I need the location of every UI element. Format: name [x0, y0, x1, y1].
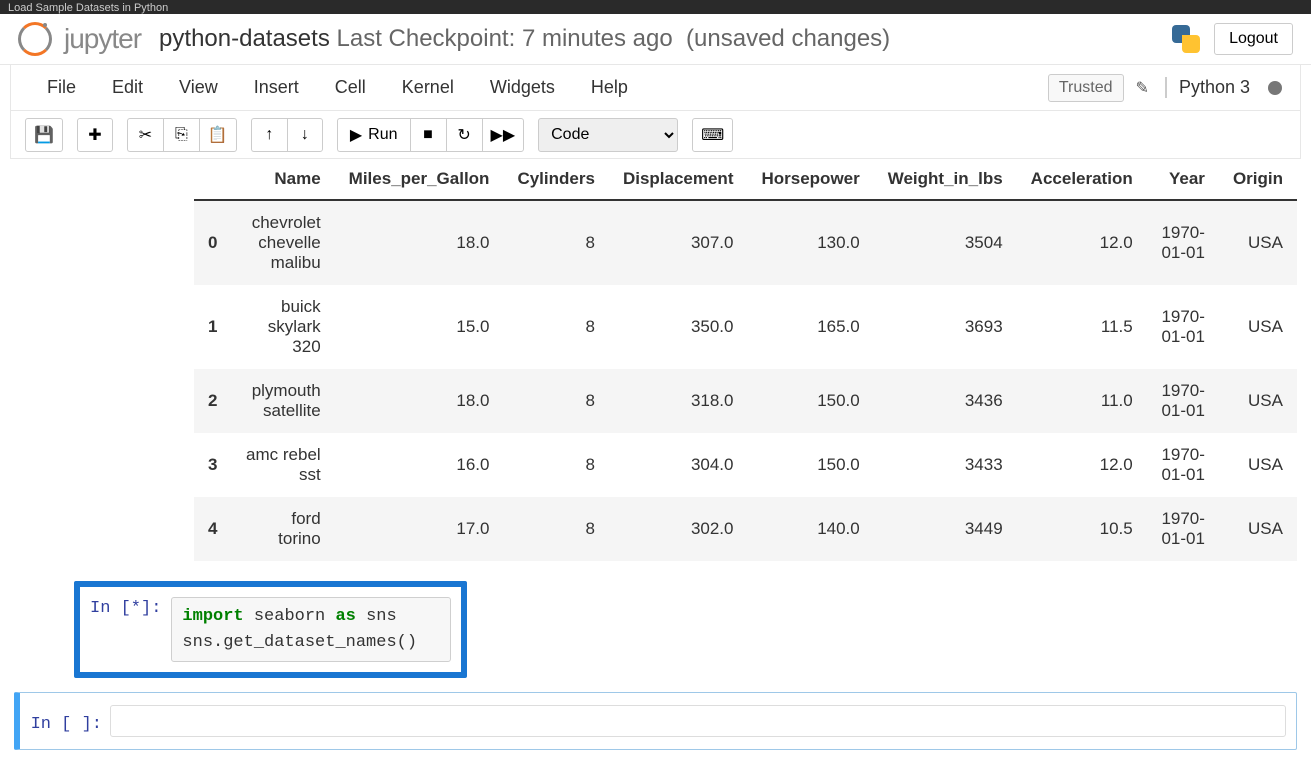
menu-cell[interactable]: Cell	[317, 67, 384, 108]
arrow-up-icon: ↑	[265, 126, 273, 144]
interrupt-button[interactable]: ■	[410, 118, 446, 152]
cell-prompt: In [ ]:	[20, 705, 110, 737]
jupyter-logo-text: jupyter	[64, 23, 141, 55]
col-Weight_in_lbs: Weight_in_lbs	[874, 159, 1017, 200]
stop-icon: ■	[423, 126, 433, 144]
menu-edit[interactable]: Edit	[94, 67, 161, 108]
logout-button[interactable]: Logout	[1214, 23, 1293, 55]
code-cell-selected[interactable]: In [ ]:	[14, 692, 1297, 750]
cut-button[interactable]: ✂	[127, 118, 163, 152]
paste-icon: 📋	[208, 125, 228, 145]
copy-button[interactable]: ⎘	[163, 118, 199, 152]
menu-kernel[interactable]: Kernel	[384, 67, 472, 108]
menu-file[interactable]: File	[29, 67, 94, 108]
table-row: 0chevrolet chevelle malibu18.08307.0130.…	[194, 200, 1297, 285]
edit-icon[interactable]: ✎	[1136, 78, 1149, 98]
col-Name: Name	[231, 159, 334, 200]
col-Displacement: Displacement	[609, 159, 748, 200]
save-button[interactable]: 💾	[25, 118, 63, 152]
code-input[interactable]	[110, 705, 1286, 737]
col-Horsepower: Horsepower	[747, 159, 873, 200]
move-up-button[interactable]: ↑	[251, 118, 287, 152]
move-down-button[interactable]: ↓	[287, 118, 323, 152]
col-Acceleration: Acceleration	[1017, 159, 1147, 200]
table-row: 2plymouth satellite18.08318.0150.0343611…	[194, 369, 1297, 433]
col-Year: Year	[1147, 159, 1219, 200]
trusted-badge[interactable]: Trusted	[1048, 74, 1124, 102]
insert-cell-button[interactable]: ✚	[77, 118, 113, 152]
toolbar: 💾 ✚ ✂ ⎘ 📋 ↑ ↓ ▶Run ■ ↻ ▶▶ Code ⌨	[10, 111, 1301, 159]
keyboard-icon: ⌨	[701, 125, 724, 145]
kernel-busy-indicator	[1268, 81, 1282, 95]
command-palette-button[interactable]: ⌨	[692, 118, 733, 152]
save-icon: 💾	[34, 125, 54, 145]
dataframe-output: NameMiles_per_GallonCylindersDisplacemen…	[194, 159, 1297, 561]
notebook-header: jupyter python-datasets Last Checkpoint:…	[0, 14, 1311, 65]
browser-tab-title: Load Sample Datasets in Python	[0, 0, 1311, 14]
col-Miles_per_Gallon: Miles_per_Gallon	[335, 159, 504, 200]
menu-widgets[interactable]: Widgets	[472, 67, 573, 108]
copy-icon: ⎘	[175, 126, 188, 144]
restart-button[interactable]: ↻	[446, 118, 482, 152]
arrow-down-icon: ↓	[301, 126, 309, 144]
table-row: 4ford torino17.08302.0140.0344910.51970-…	[194, 497, 1297, 561]
menubar: FileEditViewInsertCellKernelWidgetsHelp …	[10, 65, 1301, 111]
fast-forward-icon: ▶▶	[491, 125, 516, 145]
kernel-name[interactable]: Python 3	[1165, 77, 1250, 98]
cell-prompt: In [*]:	[90, 597, 171, 662]
play-icon: ▶	[350, 125, 362, 145]
table-row: 1buick skylark 32015.08350.0165.0369311.…	[194, 285, 1297, 369]
cell-type-select[interactable]: Code	[538, 118, 678, 152]
menu-help[interactable]: Help	[573, 67, 646, 108]
table-row: 3amc rebel sst16.08304.0150.0343312.0197…	[194, 433, 1297, 497]
code-input[interactable]: import seaborn as snssns.get_dataset_nam…	[171, 597, 451, 662]
jupyter-logo[interactable]: jupyter	[18, 22, 141, 56]
jupyter-logo-icon	[18, 22, 52, 56]
code-cell-running[interactable]: In [*]: import seaborn as snssns.get_dat…	[74, 581, 467, 678]
python-kernel-icon	[1170, 23, 1202, 55]
notebook-title[interactable]: python-datasets Last Checkpoint: 7 minut…	[159, 25, 890, 53]
col-Cylinders: Cylinders	[503, 159, 608, 200]
cut-icon: ✂	[139, 125, 152, 145]
restart-run-all-button[interactable]: ▶▶	[482, 118, 525, 152]
menu-insert[interactable]: Insert	[236, 67, 317, 108]
plus-icon: ✚	[88, 125, 101, 145]
dataframe-table: NameMiles_per_GallonCylindersDisplacemen…	[194, 159, 1297, 561]
notebook-container: NameMiles_per_GallonCylindersDisplacemen…	[0, 159, 1311, 780]
run-button[interactable]: ▶Run	[337, 118, 410, 152]
col-Origin: Origin	[1219, 159, 1297, 200]
menu-view[interactable]: View	[161, 67, 236, 108]
restart-icon: ↻	[457, 125, 470, 145]
paste-button[interactable]: 📋	[199, 118, 237, 152]
